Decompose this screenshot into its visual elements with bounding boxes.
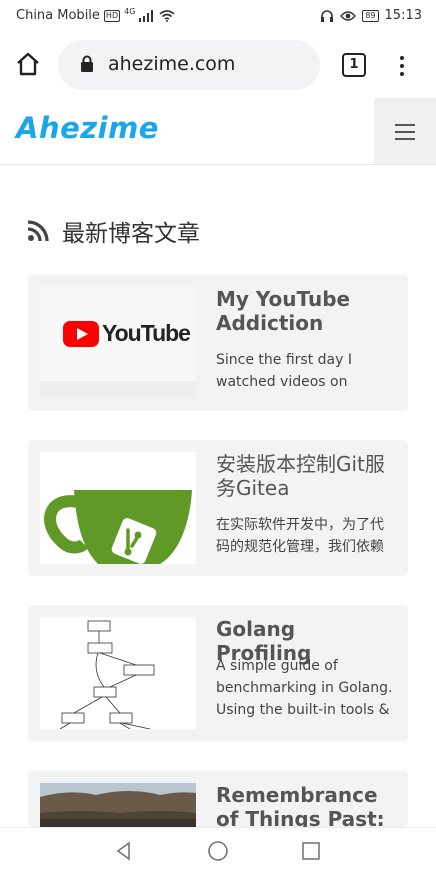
post-excerpt: A simple guide of benchmarking in Golang… — [216, 658, 393, 718]
system-navigation-bar — [0, 827, 436, 874]
rss-feed-icon — [27, 220, 49, 242]
post-excerpt: 在实际软件开发中，为了代码的规范化管理，我们依赖 — [216, 517, 384, 555]
post-card[interactable]: Golang Profiling A simple guide of bench… — [28, 605, 408, 741]
battery-icon: 89 — [362, 9, 379, 22]
hd-badge: HD — [103, 9, 121, 22]
post-excerpt: Since the first day I watched videos on — [216, 352, 352, 390]
gitea-logo-icon — [44, 490, 192, 564]
recent-apps-icon[interactable] — [300, 840, 322, 862]
post-title[interactable]: Remembrance of Things Past: The — [216, 783, 392, 827]
section-heading: 最新博客文章 — [26, 214, 200, 248]
post-card[interactable]: YouTube My YouTube Addiction Since the f… — [28, 275, 408, 411]
status-bar: China Mobile HD 4G 89 15:13 — [0, 0, 436, 32]
tab-switcher-button[interactable]: 1 — [342, 53, 366, 77]
hamburger-menu-button[interactable] — [374, 98, 436, 164]
post-thumbnail[interactable] — [40, 452, 196, 564]
post-thumbnail[interactable] — [40, 617, 196, 729]
url-text[interactable]: ahezime.com — [108, 53, 235, 75]
eye-icon — [340, 10, 357, 21]
post-title[interactable]: 安装版本控制Git服务Gitea — [216, 452, 392, 500]
youtube-wordmark: YouTube — [102, 320, 191, 346]
youtube-logo-icon — [63, 321, 99, 347]
section-title: 最新博客文章 — [62, 221, 200, 247]
home-icon[interactable] — [14, 50, 42, 78]
post-title[interactable]: My YouTube Addiction — [216, 287, 392, 335]
back-icon[interactable] — [113, 840, 135, 862]
wifi-icon — [159, 9, 175, 22]
profiling-graph-image — [59, 620, 155, 729]
browser-menu-icon[interactable] — [396, 52, 408, 78]
post-card[interactable]: Remembrance of Things Past: The — [28, 771, 408, 827]
signal-icon — [139, 9, 154, 22]
headphones-icon — [321, 9, 334, 22]
clock: 15:13 — [384, 8, 422, 23]
address-bar[interactable]: ahezime.com — [58, 40, 320, 90]
home-nav-icon[interactable] — [207, 840, 229, 862]
network-type: 4G — [124, 7, 136, 16]
landscape-photo-image — [40, 783, 196, 827]
site-header: Ahezime — [0, 98, 436, 165]
lock-icon — [81, 55, 93, 72]
post-thumbnail[interactable] — [40, 783, 196, 827]
post-thumbnail[interactable]: YouTube — [40, 287, 196, 399]
site-logo[interactable]: Ahezime — [16, 111, 159, 145]
post-card[interactable]: 安装版本控制Git服务Gitea 在实际软件开发中，为了代码的规范化管理，我们依… — [28, 440, 408, 576]
carrier-label: China Mobile — [16, 8, 100, 23]
browser-toolbar: ahezime.com 1 — [0, 32, 436, 98]
